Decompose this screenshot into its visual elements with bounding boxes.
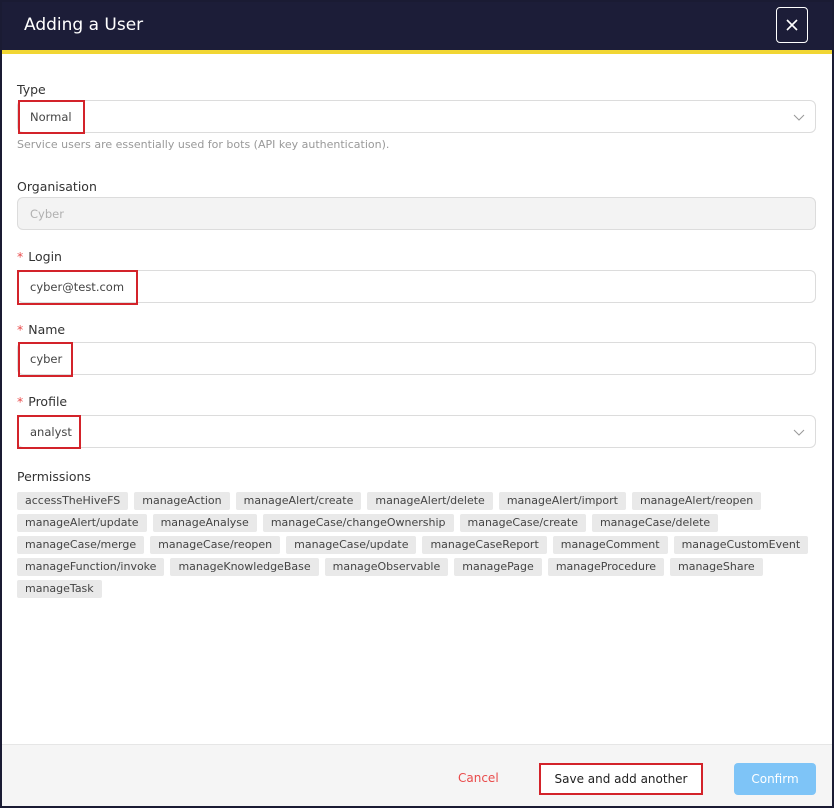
permission-tag: manageFunction/invoke xyxy=(17,558,165,576)
close-icon xyxy=(786,19,798,31)
required-mark: * xyxy=(17,394,24,409)
permission-tag: manageCase/reopen xyxy=(150,536,281,554)
highlight-profile xyxy=(17,415,81,449)
permission-tag: manageAlert/delete xyxy=(367,492,493,510)
permission-tag: manageCase/merge xyxy=(17,536,145,554)
permission-tag: manageAction xyxy=(134,492,230,510)
permission-tag: managePage xyxy=(454,558,542,576)
type-label: Type xyxy=(17,82,46,97)
required-mark: * xyxy=(17,322,24,337)
permission-tag: manageComment xyxy=(552,536,668,554)
permission-tag: manageAlert/create xyxy=(235,492,362,510)
permission-tag: manageAlert/reopen xyxy=(631,492,762,510)
cancel-button[interactable]: Cancel xyxy=(458,771,499,785)
permissions-label: Permissions xyxy=(17,469,91,484)
permissions-list: accessTheHiveFS manageAction manageAlert/c… xyxy=(17,492,817,598)
permission-tag: manageCustomEvent xyxy=(673,536,809,554)
chevron-down-icon xyxy=(793,429,805,436)
save-and-add-another-button[interactable]: Save and add another xyxy=(539,763,703,795)
highlight-type xyxy=(18,100,85,134)
organisation-label: Organisation xyxy=(17,179,97,194)
type-select[interactable]: Normal xyxy=(17,100,816,133)
type-help-text: Service users are essentially used for b… xyxy=(17,138,390,151)
permission-tag: manageCase/delete xyxy=(591,514,719,532)
highlight-name xyxy=(18,342,73,377)
dialog-footer: Cancel Save and add another Confirm xyxy=(2,744,832,806)
permission-tag: manageAlert/import xyxy=(498,492,626,510)
header-accent-bar xyxy=(2,50,832,54)
permission-tag: manageTask xyxy=(17,580,102,598)
confirm-button[interactable]: Confirm xyxy=(734,763,816,795)
login-label: * Login xyxy=(17,249,62,264)
permission-tag: manageCase/create xyxy=(459,514,586,532)
permission-tag: manageProcedure xyxy=(547,558,664,576)
organisation-value: Cyber xyxy=(30,207,64,221)
permission-tag: manageCase/changeOwnership xyxy=(262,514,454,532)
required-mark: * xyxy=(17,249,24,264)
highlight-login xyxy=(17,270,138,305)
name-label: * Name xyxy=(17,322,66,337)
profile-select[interactable]: analyst xyxy=(17,415,816,448)
add-user-dialog: Adding a User Type Normal Service users … xyxy=(0,0,834,808)
name-input[interactable]: cyber xyxy=(17,342,816,375)
permission-tag: manageAlert/update xyxy=(17,514,147,532)
permission-tag: manageCaseReport xyxy=(422,536,547,554)
permission-tag: manageCase/update xyxy=(286,536,417,554)
dialog-title: Adding a User xyxy=(24,15,144,35)
permission-tag: manageObservable xyxy=(324,558,449,576)
close-button[interactable] xyxy=(776,7,808,43)
dialog-header: Adding a User xyxy=(2,2,832,50)
organisation-field: Cyber xyxy=(17,197,816,230)
permission-tag: accessTheHiveFS xyxy=(17,492,129,510)
permission-tag: manageKnowledgeBase xyxy=(170,558,319,576)
chevron-down-icon xyxy=(793,114,805,121)
permission-tag: manageShare xyxy=(670,558,763,576)
permission-tag: manageAnalyse xyxy=(152,514,257,532)
profile-label: * Profile xyxy=(17,394,68,409)
